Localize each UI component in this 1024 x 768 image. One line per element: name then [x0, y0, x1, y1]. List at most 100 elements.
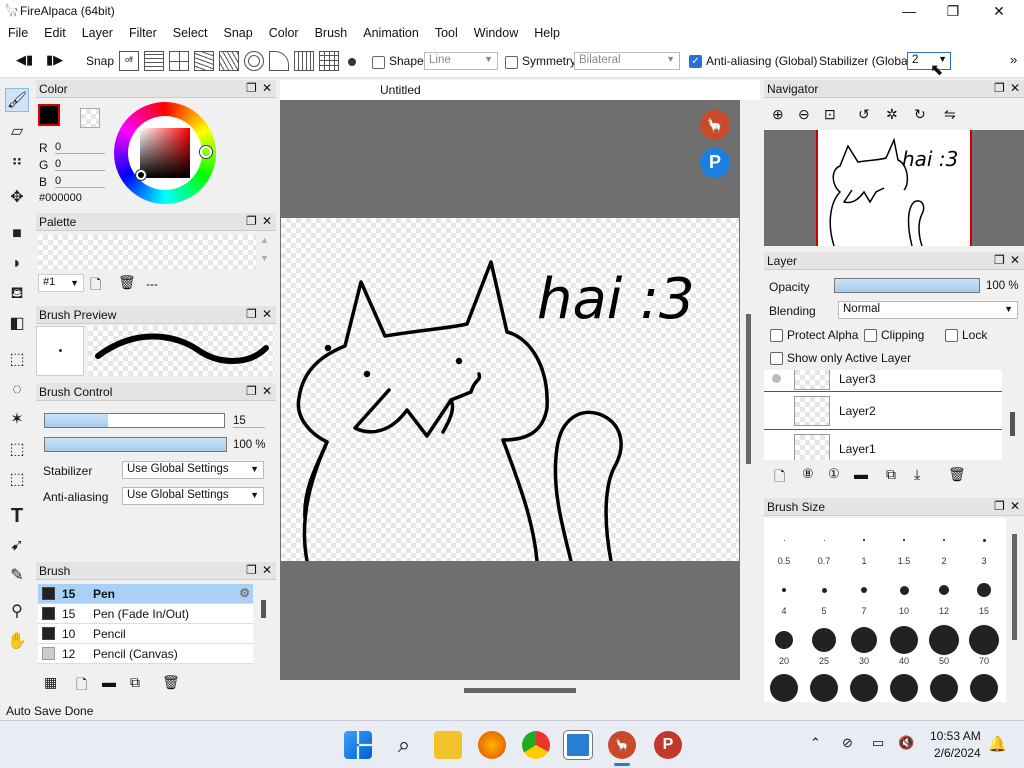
hand-tool-icon[interactable]: ✋ [5, 630, 29, 654]
brush-size-cell[interactable]: 2 [924, 518, 964, 568]
firefox-icon[interactable] [478, 731, 506, 759]
brush-size-cell[interactable]: 15 [964, 568, 1004, 618]
brush-size-cell[interactable]: 25 [804, 618, 844, 668]
dock-icon[interactable]: ❐ [994, 499, 1005, 513]
saturation-square[interactable] [140, 128, 190, 178]
menu-tool[interactable]: Tool [427, 22, 466, 40]
menu-edit[interactable]: Edit [36, 22, 74, 40]
antialias-checkbox[interactable]: ✓ [689, 55, 702, 68]
menu-filter[interactable]: Filter [121, 22, 165, 40]
close-icon[interactable]: ✕ [1010, 499, 1020, 513]
snap-radial-icon[interactable] [219, 51, 239, 71]
dock-icon[interactable]: ❐ [246, 81, 257, 95]
firealpaca-mascot-icon[interactable]: 🦙 [700, 110, 730, 140]
canvas-vertical-scrollbar[interactable] [746, 314, 751, 464]
search-icon[interactable]: ⌕ [390, 731, 418, 759]
transparent-color-swatch[interactable] [80, 108, 100, 128]
clock-date[interactable]: 2/6/2024 [934, 746, 981, 760]
menu-animation[interactable]: Animation [355, 22, 427, 40]
visibility-icon[interactable] [772, 374, 781, 383]
brush-size-cell[interactable]: 1 [844, 518, 884, 568]
duplicate-layer-icon[interactable]: ⧉ [886, 466, 896, 483]
select-tool-icon[interactable]: ⬚ [5, 348, 29, 372]
dock-icon[interactable]: ❐ [994, 253, 1005, 267]
navigator-preview[interactable]: hai :3 [764, 130, 1024, 247]
maximize-button[interactable]: ❐ [930, 0, 976, 22]
palette-selector[interactable]: #1 ▼ [38, 274, 84, 292]
primary-color-swatch[interactable] [38, 104, 60, 126]
color-handle[interactable] [136, 170, 146, 180]
brush-tool-icon[interactable]: 🖌 [5, 88, 29, 112]
select-pen-tool-icon[interactable]: ⬚ [5, 438, 29, 462]
volume-muted-icon[interactable]: 🔇 [898, 735, 914, 751]
menu-help[interactable]: Help [526, 22, 568, 40]
chevron-up-icon[interactable]: ⌃ [810, 735, 821, 751]
merge-down-icon[interactable]: ⤓ [914, 466, 920, 483]
hue-handle[interactable] [200, 146, 212, 158]
drawing-canvas[interactable]: hai :3 [281, 218, 739, 563]
menu-file[interactable]: File [0, 22, 36, 40]
brush-size-cell[interactable]: 4 [764, 568, 804, 618]
pixiv-icon[interactable]: P [700, 148, 730, 178]
duplicate-brush-icon[interactable]: ⧉ [130, 674, 140, 691]
gradient-blob-tool-icon[interactable]: ◗ [5, 252, 29, 276]
menu-window[interactable]: Window [466, 22, 526, 40]
menu-select[interactable]: Select [165, 22, 216, 40]
new-brush-icon[interactable]: 🗋 [76, 674, 87, 698]
canvas-viewport[interactable]: hai :3 🦙 P [280, 100, 740, 680]
brush-size-dot[interactable] [890, 674, 918, 702]
brush-size-cell[interactable]: 20 [764, 618, 804, 668]
brush-size-cell[interactable]: 5 [804, 568, 844, 618]
snap-off-icon[interactable]: off [119, 51, 139, 71]
show-active-checkbox[interactable] [770, 352, 783, 365]
delete-layer-icon[interactable]: 🗑 [948, 466, 966, 483]
dock-icon[interactable]: ❐ [246, 384, 257, 398]
r-value[interactable]: 0 [55, 141, 105, 154]
dock-icon[interactable]: ❐ [994, 81, 1005, 95]
operation-tool-icon[interactable]: ➹ [5, 534, 29, 558]
gradient-tool-icon[interactable]: ◧ [5, 312, 29, 336]
brush-size-slider[interactable] [44, 413, 225, 428]
delete-palette-icon[interactable]: 🗑 [118, 274, 136, 291]
b-value[interactable]: 0 [55, 175, 105, 188]
snap-dot-icon[interactable] [348, 58, 356, 66]
close-icon[interactable]: ✕ [262, 81, 272, 95]
snap-curve-icon[interactable] [269, 51, 289, 71]
stabilizer-dropdown[interactable]: 2 ▼ [907, 52, 951, 70]
brush-size-cell[interactable]: 12 [924, 568, 964, 618]
lasso-tool-icon[interactable]: ◌ [5, 378, 29, 402]
close-icon[interactable]: ✕ [262, 384, 272, 398]
protect-alpha-checkbox[interactable] [770, 329, 783, 342]
gear-icon[interactable]: ⚙ [239, 586, 250, 600]
rotate-reset-icon[interactable]: ✲ [886, 106, 898, 123]
snap-parallel-icon[interactable] [144, 51, 164, 71]
eyedropper-tool-icon[interactable]: ⚲ [5, 600, 29, 624]
shape-checkbox[interactable] [372, 56, 385, 69]
lock-checkbox[interactable] [945, 329, 958, 342]
symmetry-checkbox[interactable] [505, 56, 518, 69]
brush-store-icon[interactable]: ▦ [44, 674, 57, 691]
minimize-button[interactable]: — [886, 0, 932, 22]
new-layer-icon[interactable]: 🗋 [774, 466, 785, 490]
app-window-icon[interactable] [564, 731, 592, 759]
firealpaca-taskbar-icon[interactable]: 🦙 [608, 731, 636, 759]
stabilizer-select[interactable]: Use Global Settings ▼ [122, 461, 264, 479]
divide-tool-icon[interactable]: ✎ [5, 564, 29, 588]
network-icon[interactable]: ⊘ [842, 735, 853, 751]
brush-item[interactable]: 15 Pen ⚙ [38, 584, 253, 604]
brush-size-dot[interactable] [770, 674, 798, 702]
hex-value[interactable]: #000000 [39, 192, 82, 204]
layer-row[interactable]: Layer2 [764, 392, 1002, 430]
zoom-in-icon[interactable]: ⊕ [772, 106, 784, 123]
antialias-select[interactable]: Use Global Settings ▼ [122, 487, 264, 505]
hue-wheel[interactable] [114, 102, 216, 204]
new-folder-icon[interactable]: ▬ [854, 466, 868, 482]
scroll-down-icon[interactable]: ▼ [260, 253, 269, 263]
magic-wand-tool-icon[interactable]: ✶ [5, 408, 29, 432]
new-palette-icon[interactable]: 🗋 [90, 274, 101, 298]
brush-item[interactable]: 15 Pen (Fade In/Out) [38, 604, 253, 624]
rotate-right-icon[interactable]: ↻ [914, 106, 926, 123]
dock-icon[interactable]: ❐ [246, 563, 257, 577]
close-button[interactable]: ✕ [976, 0, 1022, 22]
close-icon[interactable]: ✕ [1010, 81, 1020, 95]
